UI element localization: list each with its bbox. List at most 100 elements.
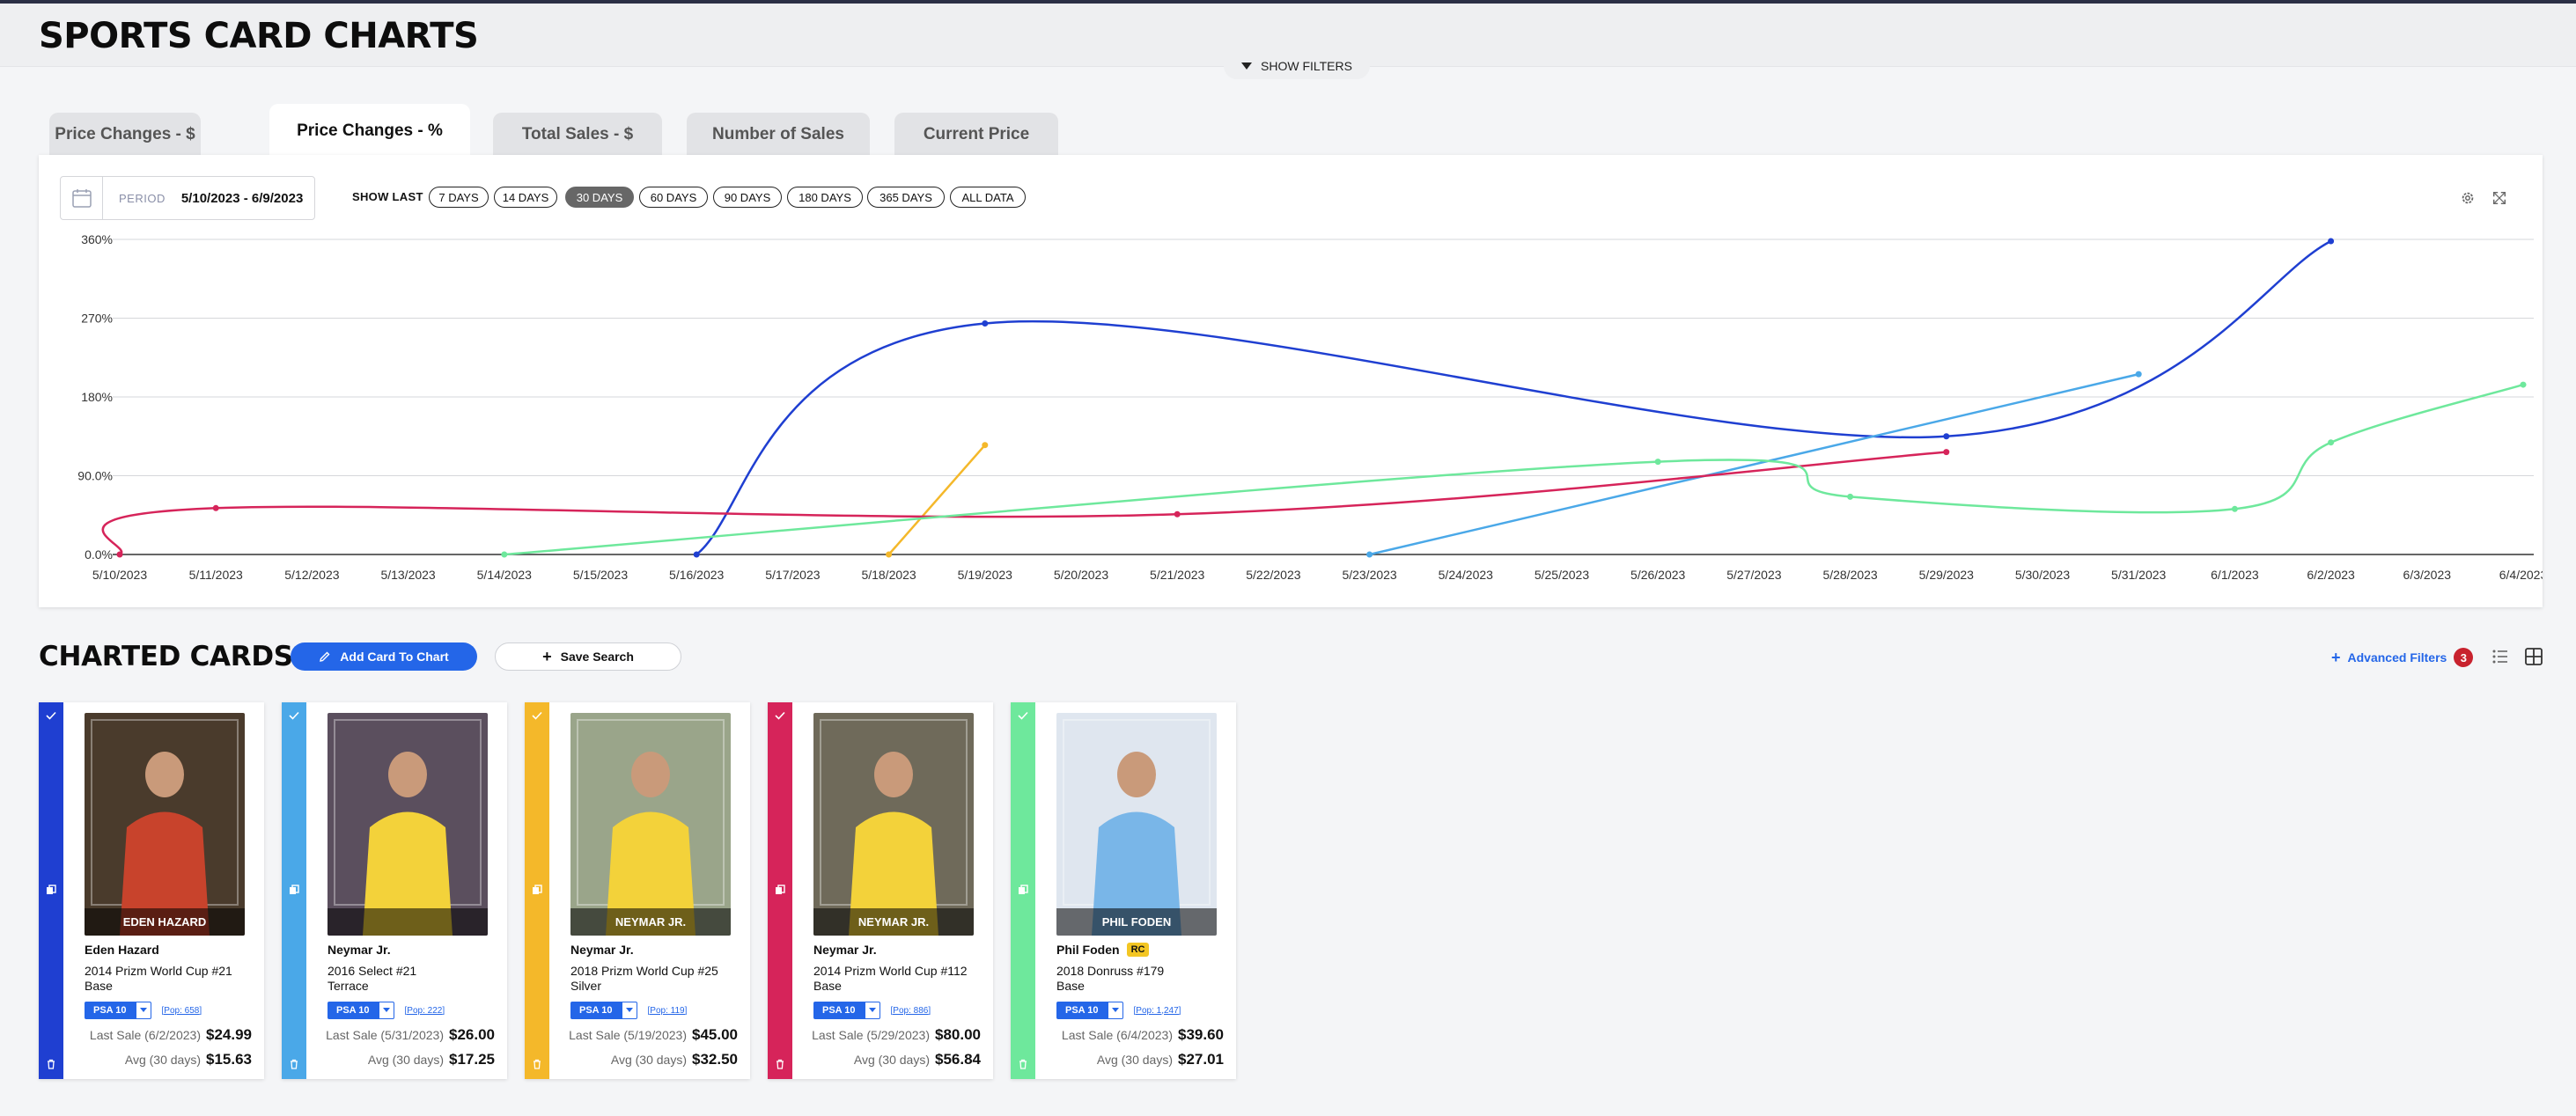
card-tile[interactable]: PHIL FODEN Phil Foden RC 2018 Donruss #1… xyxy=(1011,702,1236,1079)
population-link[interactable]: [Pop: 1,247] xyxy=(1134,1006,1181,1016)
grade-select[interactable]: PSA 10 xyxy=(85,1002,151,1019)
chevron-down-icon[interactable] xyxy=(378,1002,394,1019)
tab-total-sales[interactable]: Total Sales - $ xyxy=(493,113,662,157)
data-point[interactable] xyxy=(982,442,989,449)
trash-icon[interactable] xyxy=(1017,1058,1029,1070)
card-tile[interactable]: NEYMAR JR. Neymar Jr. 2018 Prizm World C… xyxy=(525,702,750,1079)
grid-view-icon[interactable] xyxy=(2523,646,2544,667)
copy-icon[interactable] xyxy=(774,884,786,896)
advanced-filters-link[interactable]: + Advanced Filters 3 xyxy=(2331,648,2474,667)
x-tick-label: 6/2/2023 xyxy=(2307,568,2355,582)
checkmark-icon[interactable] xyxy=(45,709,57,722)
data-point[interactable] xyxy=(2135,371,2142,378)
grade-row: PSA 10 [Pop: 658] xyxy=(85,1002,202,1019)
last-sale-price: $39.60 xyxy=(1178,1026,1224,1043)
save-search-button[interactable]: + Save Search xyxy=(495,642,681,671)
card-name-plate: NEYMAR JR. xyxy=(858,915,929,929)
player-name: Neymar Jr. xyxy=(328,943,391,957)
x-tick-label: 5/22/2023 xyxy=(1246,568,1300,582)
card-image[interactable]: PHIL FODEN xyxy=(1056,713,1217,936)
grade-select[interactable]: PSA 10 xyxy=(1056,1002,1123,1019)
last-sale-row: Last Sale (6/2/2023) $24.99 xyxy=(90,1026,252,1044)
chevron-down-icon[interactable] xyxy=(864,1002,880,1019)
data-point[interactable] xyxy=(116,551,123,558)
tab-price-changes-dollar[interactable]: Price Changes - $ xyxy=(49,113,201,157)
grade-select[interactable]: PSA 10 xyxy=(813,1002,880,1019)
card-tile[interactable]: EDEN HAZARD Eden Hazard 2014 Prizm World… xyxy=(39,702,264,1079)
tab-price-changes-percent[interactable]: Price Changes - % xyxy=(269,104,470,158)
card-image[interactable] xyxy=(328,713,488,936)
player-name-row: Eden Hazard xyxy=(85,943,159,957)
checkmark-icon[interactable] xyxy=(1017,709,1029,722)
data-point[interactable] xyxy=(982,319,989,327)
last-sale-price: $26.00 xyxy=(449,1026,495,1043)
trash-icon[interactable] xyxy=(531,1058,543,1070)
data-point[interactable] xyxy=(2328,238,2335,245)
chevron-down-icon[interactable] xyxy=(621,1002,637,1019)
data-point[interactable] xyxy=(2520,381,2527,388)
plus-icon: + xyxy=(542,648,552,665)
copy-icon[interactable] xyxy=(1017,884,1029,896)
average-label: Avg (30 days) xyxy=(124,1053,201,1067)
grade-select[interactable]: PSA 10 xyxy=(328,1002,394,1019)
checkmark-icon[interactable] xyxy=(774,709,786,722)
x-tick-label: 5/18/2023 xyxy=(861,568,916,582)
chevron-down-icon[interactable] xyxy=(135,1002,151,1019)
last-sale-row: Last Sale (5/19/2023) $45.00 xyxy=(569,1026,738,1044)
population-link[interactable]: [Pop: 658] xyxy=(162,1006,202,1016)
grade-select[interactable]: PSA 10 xyxy=(570,1002,637,1019)
data-point[interactable] xyxy=(2328,439,2335,446)
x-tick-label: 5/11/2023 xyxy=(189,568,243,582)
data-point[interactable] xyxy=(212,504,219,511)
trash-icon[interactable] xyxy=(45,1058,57,1070)
save-search-label: Save Search xyxy=(560,650,634,664)
card-image[interactable]: EDEN HAZARD xyxy=(85,713,245,936)
copy-icon[interactable] xyxy=(531,884,543,896)
card-tile[interactable]: NEYMAR JR. Neymar Jr. 2014 Prizm World C… xyxy=(768,702,993,1079)
average-row: Avg (30 days) $56.84 xyxy=(854,1051,981,1068)
data-point[interactable] xyxy=(1174,510,1181,518)
chevron-down-icon[interactable] xyxy=(1107,1002,1123,1019)
tab-current-price[interactable]: Current Price xyxy=(894,113,1058,157)
average-row: Avg (30 days) $27.01 xyxy=(1097,1051,1224,1068)
checkmark-icon[interactable] xyxy=(288,709,300,722)
data-point[interactable] xyxy=(1366,551,1373,558)
checkmark-icon[interactable] xyxy=(531,709,543,722)
data-point[interactable] xyxy=(1943,449,1950,456)
copy-icon[interactable] xyxy=(288,884,300,896)
last-sale-label: Last Sale (5/29/2023) xyxy=(812,1028,930,1042)
price-change-line-chart: 0.0% 90.0% 180% 270% 360% 5/10/2023 5/11/2023 5… xyxy=(77,232,2543,582)
population-link[interactable]: [Pop: 222] xyxy=(405,1006,445,1016)
trash-icon[interactable] xyxy=(288,1058,300,1070)
card-photo-graphic: NEYMAR JR. xyxy=(813,713,974,936)
data-point[interactable] xyxy=(886,551,893,558)
card-image[interactable]: NEYMAR JR. xyxy=(570,713,731,936)
population-link[interactable]: [Pop: 119] xyxy=(648,1006,688,1016)
show-filters-toggle[interactable]: SHOW FILTERS xyxy=(1224,53,1370,79)
add-card-to-chart-button[interactable]: Add Card To Chart xyxy=(291,642,477,671)
card-tile[interactable]: Neymar Jr. 2016 Select #21 Terrace PSA 1… xyxy=(282,702,507,1079)
last-sale-row: Last Sale (5/29/2023) $80.00 xyxy=(812,1026,981,1044)
data-point[interactable] xyxy=(1943,433,1950,440)
data-point[interactable] xyxy=(501,551,508,558)
x-tick-label: 5/27/2023 xyxy=(1726,568,1781,582)
average-price: $17.25 xyxy=(449,1051,495,1068)
last-sale-label: Last Sale (6/4/2023) xyxy=(1061,1028,1173,1042)
y-tick-label: 180% xyxy=(81,390,113,404)
population-link[interactable]: [Pop: 886] xyxy=(891,1006,931,1016)
y-tick-label: 270% xyxy=(81,312,113,326)
data-point[interactable] xyxy=(1847,493,1854,500)
card-variant: Base xyxy=(1056,979,1085,993)
chart-panel: PERIOD 5/10/2023 - 6/9/2023 SHOW LAST 7 … xyxy=(39,155,2543,607)
trash-icon[interactable] xyxy=(774,1058,786,1070)
data-point[interactable] xyxy=(2231,505,2238,512)
card-photo-graphic: EDEN HAZARD xyxy=(85,713,245,936)
grade-label: PSA 10 xyxy=(85,1002,136,1019)
tab-number-of-sales[interactable]: Number of Sales xyxy=(687,113,870,157)
data-point[interactable] xyxy=(693,551,700,558)
x-tick-label: 5/15/2023 xyxy=(573,568,628,582)
card-image[interactable]: NEYMAR JR. xyxy=(813,713,974,936)
data-point[interactable] xyxy=(1654,459,1661,466)
list-view-icon[interactable] xyxy=(2490,646,2511,667)
copy-icon[interactable] xyxy=(45,884,57,896)
